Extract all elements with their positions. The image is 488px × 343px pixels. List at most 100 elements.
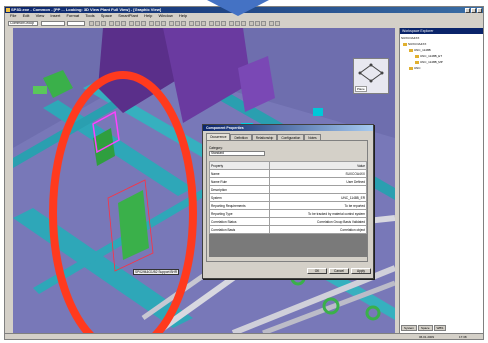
row-property: Reporting Type	[208, 209, 271, 218]
close-icon[interactable]	[477, 7, 482, 13]
row-value[interactable]: Correlation Group Basis Validated	[269, 217, 367, 226]
tab-wbs[interactable]: WBS	[433, 325, 447, 331]
menu-window[interactable]: Window	[159, 13, 173, 19]
cancel-button[interactable]: Cancel	[329, 268, 349, 274]
scope-combo[interactable]	[67, 21, 85, 26]
folder-icon	[403, 42, 407, 46]
explorer-title: Workspace Explorer	[400, 28, 483, 34]
toolbar-button-icon[interactable]	[235, 21, 240, 26]
toolbar-button-icon[interactable]	[229, 21, 234, 26]
menu-insert[interactable]: Insert	[50, 13, 60, 19]
toolbar-button-icon[interactable]	[195, 21, 200, 26]
row-value[interactable]: To be reported	[269, 201, 367, 210]
application-window: SP3D.exe - Common - [PP ... Looking: 3D …	[4, 6, 484, 340]
tree-node-label: UNC	[414, 66, 421, 70]
toolbar-button-icon[interactable]	[255, 21, 260, 26]
menu-file[interactable]: File	[10, 13, 16, 19]
grid-header: Property Value	[208, 161, 367, 170]
menu-view[interactable]: View	[36, 13, 45, 19]
toolbar-button-icon[interactable]	[275, 21, 280, 26]
row-value[interactable]: User Defined	[269, 177, 367, 186]
table-row[interactable]: System UNC_1148B_ER	[208, 193, 367, 202]
tree-node-label: UNC_1148B	[414, 48, 431, 52]
toolbar-button-icon[interactable]	[135, 21, 140, 26]
folder-icon	[409, 48, 413, 52]
table-row[interactable]: Name SUXCOA4XX	[208, 169, 367, 178]
row-property: System	[208, 193, 271, 202]
callout-arrow	[207, 0, 269, 16]
row-property: Description	[208, 185, 271, 194]
permission-group-combo[interactable]: CommonGroup	[8, 21, 38, 26]
row-value[interactable]: Correlation object	[269, 225, 367, 234]
toolbar-button-icon[interactable]	[109, 21, 114, 26]
toolbar-button-icon[interactable]	[241, 21, 246, 26]
menu-edit[interactable]: Edit	[23, 13, 30, 19]
folder-icon	[415, 60, 419, 64]
tree-node[interactable]: UNC	[401, 65, 443, 71]
object-tag-label: SP02/M&G1/B2 Support BHR	[133, 269, 180, 275]
toolbar-button-icon[interactable]	[141, 21, 146, 26]
toolbar-button-icon[interactable]	[101, 21, 106, 26]
view-compass[interactable]: Plane	[353, 58, 389, 94]
tab-occurrence[interactable]: Occurrence	[206, 133, 231, 140]
tab-space[interactable]: Space	[418, 325, 433, 331]
maximize-icon[interactable]	[471, 7, 476, 13]
explorer-tabs: System Space WBS	[401, 325, 447, 331]
row-value[interactable]: SUXCOA4XX	[269, 169, 367, 178]
row-value[interactable]: To be tracked by material control system	[269, 209, 367, 218]
toolbar-button-icon[interactable]	[95, 21, 100, 26]
row-property: Reporting Requirements	[208, 201, 271, 210]
apply-button[interactable]: Apply	[351, 268, 371, 274]
row-property: Name	[208, 169, 271, 178]
toolbar-button-icon[interactable]	[189, 21, 194, 26]
toolbar-button-icon[interactable]	[209, 21, 214, 26]
table-row[interactable]: Name Rule User Defined	[208, 177, 367, 186]
table-row[interactable]: Reporting Requirements To be reported	[208, 201, 367, 210]
tree-node-label: UNC_1148B_MP	[420, 60, 443, 64]
toolbar-button-icon[interactable]	[129, 21, 134, 26]
toolbar-button-icon[interactable]	[249, 21, 254, 26]
menu-tools[interactable]: Tools	[85, 13, 94, 19]
dialog-title: Component Properties	[203, 125, 373, 131]
row-property: Correlation Status	[208, 217, 271, 226]
header-property: Property	[208, 161, 271, 170]
properties-dialog: Component Properties Occurrence Definitio…	[202, 124, 374, 279]
toolbar-button-icon[interactable]	[161, 21, 166, 26]
compass-label: Plane	[355, 86, 367, 92]
category-label: Category:	[209, 146, 223, 150]
table-row[interactable]: Reporting Type To be tracked by material …	[208, 209, 367, 218]
menu-help[interactable]: Help	[144, 13, 152, 19]
toolbar-button-icon[interactable]	[269, 21, 274, 26]
header-value: Value	[269, 161, 367, 170]
menu-help-2[interactable]: Help	[179, 13, 187, 19]
toolbar-button-icon[interactable]	[121, 21, 126, 26]
toolbar-button-icon[interactable]	[215, 21, 220, 26]
status-bar: 06.01.2009 17:38	[5, 333, 483, 339]
ok-button[interactable]: OK	[307, 268, 327, 274]
toolbar-button-icon[interactable]	[261, 21, 266, 26]
toolbar-button-icon[interactable]	[169, 21, 174, 26]
toolbar-button-icon[interactable]	[115, 21, 120, 26]
empty-grid-area	[208, 233, 367, 257]
toolbar-button-icon[interactable]	[155, 21, 160, 26]
toolbar-button-icon[interactable]	[175, 21, 180, 26]
filter-combo[interactable]	[41, 21, 65, 26]
toolbar-button-icon[interactable]	[149, 21, 154, 26]
menu-format[interactable]: Format	[66, 13, 79, 19]
toolbar-button-icon[interactable]	[201, 21, 206, 26]
minimize-icon[interactable]	[465, 7, 470, 13]
table-row[interactable]: Correlation Status Correlation Group Basi…	[208, 217, 367, 226]
menu-space[interactable]: Space	[101, 13, 112, 19]
app-icon	[6, 8, 10, 12]
row-value[interactable]	[269, 185, 367, 194]
row-value[interactable]: UNC_1148B_ER	[269, 193, 367, 202]
menu-smartplant[interactable]: SmartPlant	[118, 13, 138, 19]
toolbar-button-icon[interactable]	[89, 21, 94, 26]
category-select[interactable]: Standard	[209, 151, 265, 156]
tab-system[interactable]: System	[401, 325, 418, 331]
table-row[interactable]: Correlation Basis Correlation object	[208, 225, 367, 234]
toolbar-button-icon[interactable]	[221, 21, 226, 26]
table-row[interactable]: Description	[208, 185, 367, 194]
toolbar-button-icon[interactable]	[181, 21, 186, 26]
row-property: Correlation Basis	[208, 225, 271, 234]
